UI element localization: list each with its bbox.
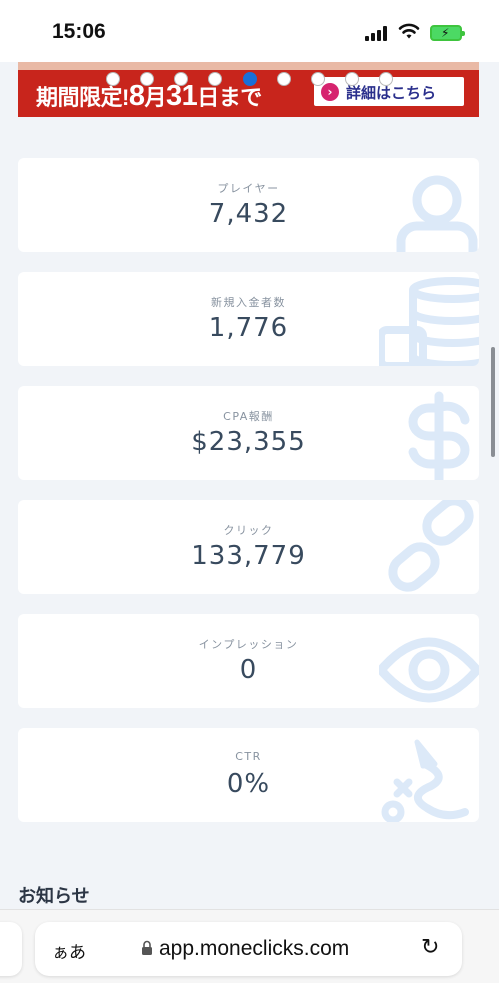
status-bar: 15:06 ⚡	[0, 0, 499, 62]
stat-label: クリック	[223, 524, 274, 537]
stat-label: プレイヤー	[217, 182, 280, 195]
carousel-dot[interactable]	[106, 72, 120, 86]
lock-icon	[142, 940, 152, 955]
address-bar[interactable]: ぁあ app.moneclicks.com ↻	[35, 922, 462, 976]
stat-label: インプレッション	[198, 638, 299, 651]
browser-toolbar: ぁあ app.moneclicks.com ↻	[0, 909, 499, 983]
stat-card-ctr: CTR 0%	[18, 728, 479, 822]
scrollbar-thumb[interactable]	[491, 347, 495, 457]
stat-card-cpa-reward: CPA報酬 $23,355	[18, 386, 479, 480]
carousel-dot[interactable]	[174, 72, 188, 86]
stat-value: 7,432	[208, 199, 289, 229]
news-section-title: お知らせ	[18, 886, 90, 907]
carousel-dot[interactable]	[140, 72, 154, 86]
stat-value: 0%	[226, 769, 271, 799]
stat-label: CTR	[235, 750, 262, 763]
stat-card-impressions: インプレッション 0	[18, 614, 479, 708]
stat-card-new-depositors: 新規入金者数 1,776	[18, 272, 479, 366]
carousel-dot[interactable]	[208, 72, 222, 86]
promo-banner[interactable]: 期間限定!8月31日まで › 詳細はこちら	[18, 60, 479, 117]
wifi-icon	[398, 23, 420, 39]
previous-tab-card[interactable]	[0, 922, 22, 976]
carousel-dot[interactable]	[379, 72, 393, 86]
carousel-dot[interactable]	[277, 72, 291, 86]
cellular-signal-icon	[365, 26, 389, 41]
stat-card-players: プレイヤー 7,432	[18, 158, 479, 252]
stat-value: 0	[239, 655, 258, 685]
stat-value: 133,779	[191, 541, 306, 571]
url-text: app.moneclicks.com	[159, 937, 350, 960]
carousel-dots	[0, 72, 499, 88]
carousel-dot[interactable]	[345, 72, 359, 86]
stat-label: 新規入金者数	[211, 296, 286, 309]
carousel-dot-active[interactable]	[243, 72, 257, 86]
stat-card-clicks: クリック 133,779	[18, 500, 479, 594]
stat-value: 1,776	[208, 313, 289, 343]
battery-charging-icon: ⚡	[430, 25, 465, 41]
reload-icon[interactable]: ↻	[421, 935, 439, 960]
status-time: 15:06	[52, 20, 106, 43]
stat-value: $23,355	[191, 427, 306, 457]
stat-label: CPA報酬	[223, 410, 274, 423]
page-settings-button[interactable]: ぁあ	[52, 938, 86, 963]
carousel-dot[interactable]	[311, 72, 325, 86]
